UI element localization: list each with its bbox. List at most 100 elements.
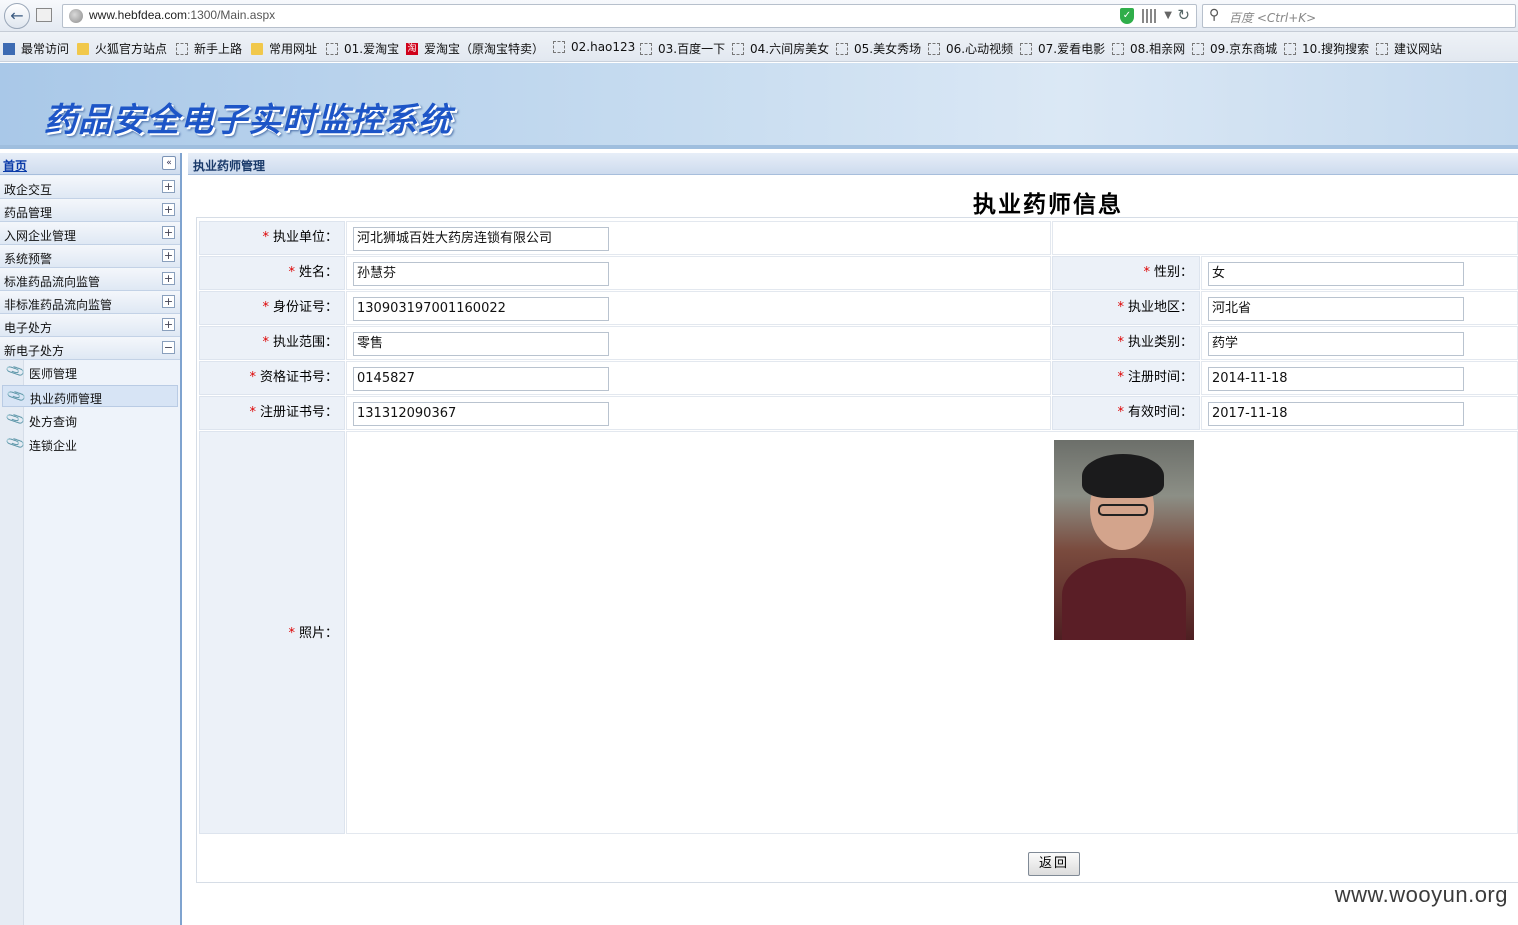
address-bar[interactable]: www.hebfdea.com:1300/Main.aspx ✓ ▼ ↻ [62,4,1197,28]
reload-icon[interactable]: ↻ [1177,6,1190,24]
required-mark: * [1143,265,1150,280]
unit-value-cell: 河北狮城百姓大药房连锁有限公司 [346,221,1051,255]
qr-code-icon[interactable] [1142,9,1156,23]
expand-icon[interactable]: + [162,318,175,331]
search-icon: ⚲ [1209,7,1220,23]
sidebar-item-label: 执业药师管理 [30,392,103,406]
watermark: www.wooyun.org [1334,882,1508,907]
unit-field[interactable]: 河北狮城百姓大药房连锁有限公司 [353,227,609,251]
bookmark-item[interactable]: 最常访问 [3,40,69,57]
bookmark-label: 建议网站 [1394,42,1443,56]
gender-label-text: 性别： [1153,265,1193,280]
sidebar-menu-gov-interaction[interactable]: 政企交互 + [0,176,180,199]
bookmark-item[interactable]: 07.爱看电影 [1020,40,1105,57]
unit-label-text: 执业单位： [272,230,338,245]
collapse-icon[interactable]: − [162,341,175,354]
page-icon [326,42,338,55]
expand-icon[interactable]: + [162,180,175,193]
bookmark-item[interactable]: 03.百度一下 [640,40,725,57]
name-value-cell: 孙慧芬 [346,256,1051,290]
collapse-sidebar-icon[interactable]: « [162,156,176,170]
sidebar-menu-enterprise-management[interactable]: 入网企业管理 + [0,222,180,245]
bookmark-item[interactable]: 10.搜狗搜索 [1284,40,1369,57]
category-value-cell: 药学 [1201,326,1518,360]
name-field[interactable]: 孙慧芬 [353,262,609,286]
scope-field[interactable]: 零售 [353,332,609,356]
back-arrow-icon[interactable]: ← [4,3,30,29]
region-field[interactable]: 河北省 [1208,297,1464,321]
bookmark-item[interactable]: 09.京东商城 [1192,40,1277,57]
sidebar-menu-drug-management[interactable]: 药品管理 + [0,199,180,222]
bookmark-item[interactable]: 淘爱淘宝（原淘宝特卖） [406,40,544,57]
globe-icon [69,9,83,23]
bookmark-item[interactable]: 05.美女秀场 [836,40,921,57]
search-placeholder: 百度 <Ctrl+K> [1229,11,1317,25]
required-mark: * [249,405,256,420]
expand-icon[interactable]: + [162,203,175,216]
bookmark-item[interactable]: 火狐官方站点 [77,40,167,57]
sidebar-menu-label: 政企交互 [4,183,53,197]
sidebar-item-prescription-query[interactable]: 📎 处方查询 [2,409,178,431]
sidebar-menu-label: 标准药品流向监管 [4,275,101,289]
registration-number-field[interactable]: 131312090367 [353,402,609,426]
id-number-field[interactable]: 130903197001160022 [353,297,609,321]
required-mark: * [262,230,269,245]
search-input[interactable]: ⚲ 百度 <Ctrl+K> [1202,4,1516,28]
sidebar-menu-new-e-prescription[interactable]: 新电子处方 − [0,337,180,360]
chevron-down-icon[interactable]: ▼ [1164,10,1172,21]
category-field[interactable]: 药学 [1208,332,1464,356]
bookmark-item[interactable]: 02.hao123 [553,40,635,54]
gender-field[interactable]: 女 [1208,262,1464,286]
sidebar-menu-nonstandard-flow[interactable]: 非标准药品流向监管 + [0,291,180,314]
expand-icon[interactable]: + [162,272,175,285]
sidebar-item-doctor-management[interactable]: 📎 医师管理 [2,361,178,383]
bookmark-item[interactable]: 06.心动视频 [928,40,1013,57]
paperclip-icon: 📎 [5,432,27,455]
sidebar-menu-e-prescription[interactable]: 电子处方 + [0,314,180,337]
bookmark-label: 最常访问 [21,42,70,56]
browser-toolbar: ← www.hebfdea.com:1300/Main.aspx ✓ ▼ ↻ ⚲… [0,0,1518,32]
expand-icon[interactable]: + [162,295,175,308]
sidebar-menu-standard-flow[interactable]: 标准药品流向监管 + [0,268,180,291]
bookmark-item[interactable]: 新手上路 [176,40,242,57]
sidebar-home-row: 首页 « [0,153,180,175]
sidebar-item-label: 处方查询 [29,415,78,429]
sidebar: 首页 « 政企交互 + 药品管理 + 入网企业管理 + 系统预警 + 标准药品流向监管 +… [0,153,182,925]
id-number-value-cell: 130903197001160022 [346,291,1051,325]
pharmacist-photo [1054,440,1194,640]
photo-scarf [1062,558,1186,640]
page-icon [176,42,188,55]
registration-date-label: * 注册时间： [1052,361,1200,395]
expand-icon[interactable]: + [162,226,175,239]
expand-icon[interactable]: + [162,249,175,262]
region-value-cell: 河北省 [1201,291,1518,325]
sidebar-menu-label: 药品管理 [4,206,53,220]
required-mark: * [262,335,269,350]
valid-until-field[interactable]: 2017-11-18 [1208,402,1464,426]
page-icon [928,42,940,55]
photo-label-text: 照片： [298,626,338,641]
page-icon [553,41,565,53]
sidebar-item-pharmacist-management[interactable]: 📎 执业药师管理 [2,385,178,407]
sidebar-menu-label: 系统预警 [4,252,53,266]
home-link[interactable]: 首页 [3,157,27,174]
main-content: 执业药师管理 执业药师信息 * 执业单位： 河北狮城百姓大药房连锁有限公司 * 姓名… [188,153,1518,925]
registration-date-label-text: 注册时间： [1127,370,1193,385]
breadcrumb-label: 执业药师管理 [193,159,266,173]
return-button[interactable]: 返回 [1028,852,1080,876]
bookmark-item[interactable]: 04.六间房美女 [732,40,829,57]
bookmark-item[interactable]: 常用网址 [251,40,317,57]
photo-hair [1082,454,1164,498]
region-label-text: 执业地区： [1127,300,1193,315]
bookmark-label: 03.百度一下 [658,42,726,56]
sidebar-menu-system-warning[interactable]: 系统预警 + [0,245,180,268]
registration-date-field[interactable]: 2014-11-18 [1208,367,1464,391]
bookmark-label: 08.相亲网 [1130,42,1186,56]
qualification-field[interactable]: 0145827 [353,367,609,391]
bookmark-item[interactable]: 08.相亲网 [1112,40,1185,57]
bookmark-item[interactable]: 01.爱淘宝 [326,40,399,57]
sidebar-item-chain-enterprise[interactable]: 📎 连锁企业 [2,433,178,455]
shield-icon[interactable]: ✓ [1120,8,1134,24]
taobao-icon: 淘 [406,42,418,55]
bookmark-item[interactable]: 建议网站 [1376,40,1442,57]
